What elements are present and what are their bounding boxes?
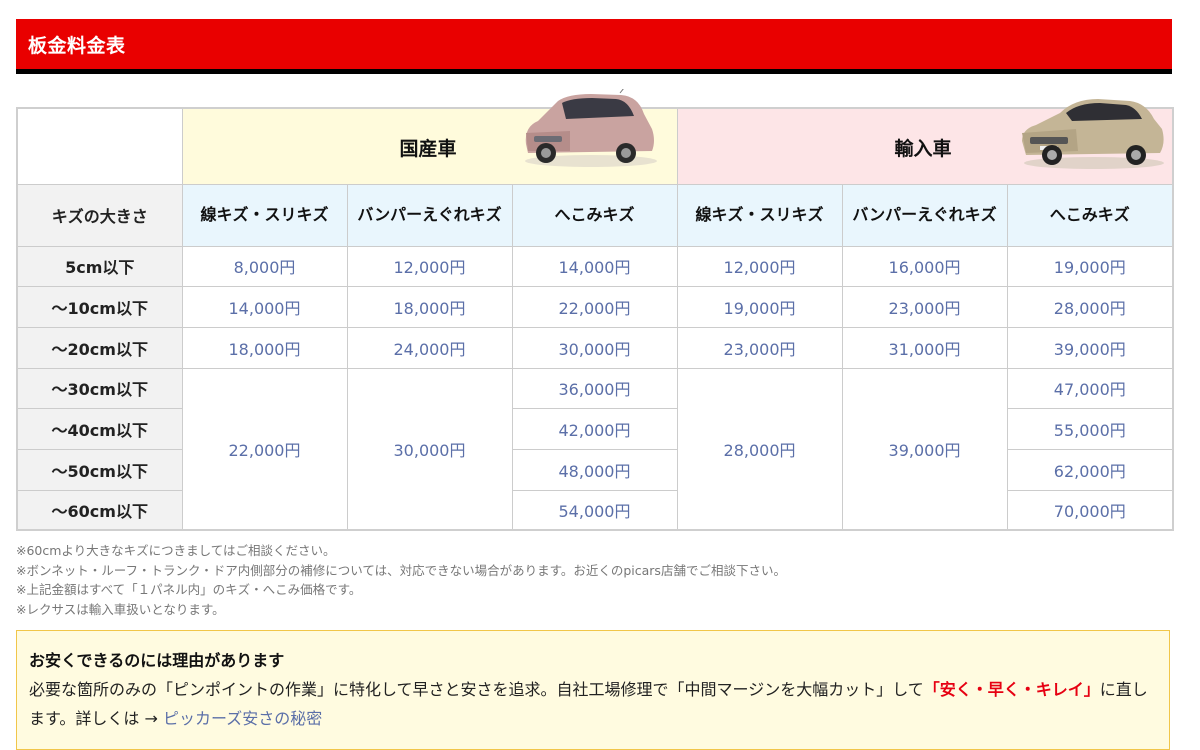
imported-car-image xyxy=(1021,99,1164,169)
note-item: ※レクサスは輸入車扱いとなります。 xyxy=(16,601,225,617)
table-row: ～30cm以下 22,000円 30,000円 36,000円 28,000円 … xyxy=(16,367,1174,531)
reason-title: お安くできるのには理由があります xyxy=(29,651,285,670)
price-cell: 28,000円 xyxy=(1006,285,1174,328)
price-cell: 70,000円 xyxy=(1006,489,1174,531)
cheap-secret-link[interactable]: ピッカーズ安さの秘密 xyxy=(163,709,322,728)
domestic-car-image xyxy=(524,89,657,167)
size-label: ～20cm以下 xyxy=(16,326,183,369)
price-cell: 19,000円 xyxy=(1006,245,1174,287)
price-cell-merged: 28,000円 xyxy=(676,367,843,531)
domestic-line-scratch-header: 線キズ・スリキズ xyxy=(181,183,348,247)
price-cell: 39,000円 xyxy=(1006,326,1174,369)
domestic-dent-header: へこみキズ xyxy=(511,183,678,247)
imported-line-scratch-header: 線キズ・スリキズ xyxy=(676,183,843,247)
size-label: ～60cm以下 xyxy=(16,489,183,531)
price-cell-merged: 22,000円 xyxy=(181,367,348,531)
reason-emphasis: 「安く・早く・キレイ」 xyxy=(923,680,1100,699)
price-cell: 18,000円 xyxy=(181,326,348,369)
price-cell: 19,000円 xyxy=(676,285,843,328)
size-column-header: キズの大きさ xyxy=(16,183,183,247)
size-label: ～40cm以下 xyxy=(16,407,183,450)
price-cell: 12,000円 xyxy=(346,245,513,287)
domestic-category-header: 国産車 xyxy=(181,89,678,185)
price-cell: 31,000円 xyxy=(841,326,1008,369)
subheader-row: キズの大きさ 線キズ・スリキズ バンパーえぐれキズ へこみキズ 線キズ・スリキズ… xyxy=(16,183,1174,247)
table-row: ～20cm以下 18,000円 24,000円 30,000円 23,000円 … xyxy=(16,326,1174,369)
page: 板金料金表 国産車 輸入車 キズの大きさ 線キズ・スリキズ バンパーえぐれキズ … xyxy=(0,0,1200,750)
price-cell: 16,000円 xyxy=(841,245,1008,287)
price-cell: 48,000円 xyxy=(511,448,678,491)
price-cell: 36,000円 xyxy=(511,367,678,409)
size-label: ～30cm以下 xyxy=(16,367,183,409)
price-cell: 42,000円 xyxy=(511,407,678,450)
price-cell: 54,000円 xyxy=(511,489,678,531)
notes-list: ※60cmより大きなキズにつきましてはご相談ください。 ※ボンネット・ルーフ・ト… xyxy=(16,541,786,619)
price-cell: 62,000円 xyxy=(1006,448,1174,491)
imported-dent-header: へこみキズ xyxy=(1006,183,1174,247)
imported-category-header: 輸入車 xyxy=(676,99,1174,185)
domestic-bumper-header: バンパーえぐれキズ xyxy=(346,183,513,247)
imported-category-label: 輸入車 xyxy=(894,138,952,160)
price-cell: 30,000円 xyxy=(511,326,678,369)
price-cell: 55,000円 xyxy=(1006,407,1174,450)
corner-cell xyxy=(16,107,183,185)
note-item: ※60cmより大きなキズにつきましてはご相談ください。 xyxy=(16,543,336,558)
price-cell: 23,000円 xyxy=(841,285,1008,328)
price-cell: 8,000円 xyxy=(181,245,348,287)
price-cell-merged: 39,000円 xyxy=(841,367,1008,531)
reason-body: 必要な箇所のみの「ピンポイントの作業」に特化して早さと安さを追求。自社工場修理で… xyxy=(29,675,1159,733)
price-cell: 18,000円 xyxy=(346,285,513,328)
table-row: 5cm以下 8,000円 12,000円 14,000円 12,000円 16,… xyxy=(16,245,1174,287)
size-label: ～50cm以下 xyxy=(16,448,183,491)
reason-box: お安くできるのには理由があります 必要な箇所のみの「ピンポイントの作業」に特化し… xyxy=(16,630,1170,750)
category-row: 国産車 輸入車 xyxy=(16,89,1174,185)
note-item: ※上記金額はすべて「１パネル内」のキズ・へこみ価格です。 xyxy=(16,582,362,597)
price-cell: 14,000円 xyxy=(511,245,678,287)
size-label: ～10cm以下 xyxy=(16,285,183,328)
imported-bumper-header: バンパーえぐれキズ xyxy=(841,183,1008,247)
price-cell: 23,000円 xyxy=(676,326,843,369)
section-title: 板金料金表 xyxy=(28,35,126,57)
table-row: ～10cm以下 14,000円 18,000円 22,000円 19,000円 … xyxy=(16,285,1174,328)
domestic-category-label: 国産車 xyxy=(399,138,457,160)
price-cell: 47,000円 xyxy=(1006,367,1174,409)
price-cell: 22,000円 xyxy=(511,285,678,328)
size-label: 5cm以下 xyxy=(16,245,183,287)
price-cell-merged: 30,000円 xyxy=(346,367,513,531)
section-title-bar: 板金料金表 xyxy=(16,19,1172,74)
note-item: ※ボンネット・ルーフ・トランク・ドア内側部分の補修については、対応できない場合が… xyxy=(16,562,786,578)
price-cell: 12,000円 xyxy=(676,245,843,287)
price-cell: 24,000円 xyxy=(346,326,513,369)
price-table: 国産車 輸入車 キズの大きさ 線キズ・スリキズ バンパーえぐれキズ へこみキズ … xyxy=(16,89,1175,531)
reason-text: 必要な箇所のみの「ピンポイントの作業」に特化して早さと安さを追求。自社工場修理で… xyxy=(29,680,924,699)
price-cell: 14,000円 xyxy=(181,285,348,328)
